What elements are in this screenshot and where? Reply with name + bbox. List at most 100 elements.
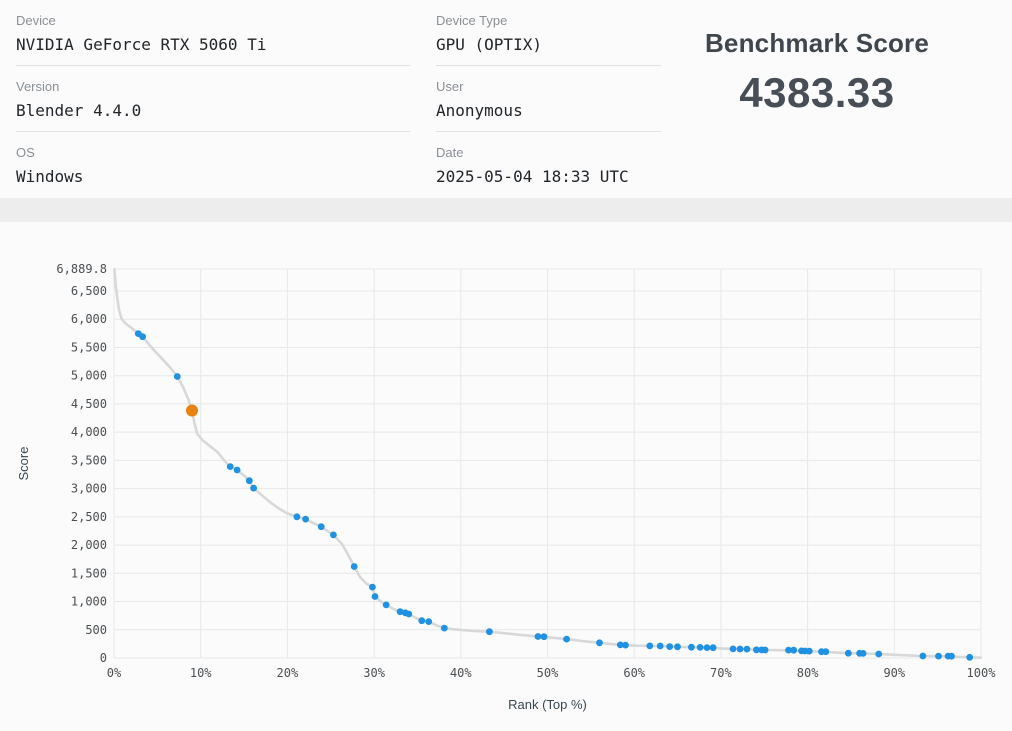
y-tick-label: 2,500 xyxy=(71,510,107,524)
field-os-label: OS xyxy=(16,145,410,160)
field-version: Version Blender 4.4.0 xyxy=(16,66,410,132)
field-user-label: User xyxy=(436,79,661,94)
data-point[interactable] xyxy=(418,617,425,624)
data-point[interactable] xyxy=(666,643,673,650)
field-date-label: Date xyxy=(436,145,661,160)
data-point[interactable] xyxy=(294,513,301,520)
y-tick-label: 2,000 xyxy=(71,538,107,552)
y-tick-label: 4,500 xyxy=(71,397,107,411)
data-point[interactable] xyxy=(622,642,629,649)
data-point[interactable] xyxy=(486,628,493,635)
data-point[interactable] xyxy=(369,584,376,591)
data-point[interactable] xyxy=(688,644,695,651)
y-tick-label: 1,000 xyxy=(71,595,107,609)
field-os-value: Windows xyxy=(16,167,410,186)
session-info-column: Device Type GPU (OPTIX) User Anonymous D… xyxy=(436,0,661,197)
data-point[interactable] xyxy=(737,646,744,653)
data-point[interactable] xyxy=(845,650,852,657)
x-tick-label: 90% xyxy=(883,666,905,680)
x-tick-label: 100% xyxy=(967,666,997,680)
field-user: User Anonymous xyxy=(436,66,661,132)
x-tick-label: 30% xyxy=(363,666,385,680)
y-axis-label: Score xyxy=(16,447,31,481)
data-point[interactable] xyxy=(657,643,664,650)
field-user-value: Anonymous xyxy=(436,101,661,120)
data-point[interactable] xyxy=(860,650,867,657)
x-tick-label: 70% xyxy=(710,666,732,680)
data-point[interactable] xyxy=(139,333,146,340)
data-point[interactable] xyxy=(697,644,704,651)
data-point[interactable] xyxy=(806,648,813,655)
x-tick-label: 80% xyxy=(797,666,819,680)
data-point[interactable] xyxy=(383,602,390,609)
x-tick-label: 20% xyxy=(277,666,299,680)
benchmark-score-title: Benchmark Score xyxy=(652,28,982,59)
data-point[interactable] xyxy=(425,618,432,625)
field-device-label: Device xyxy=(16,13,410,28)
data-point[interactable] xyxy=(302,516,309,523)
y-tick-label: 0 xyxy=(100,651,107,665)
data-point[interactable] xyxy=(920,653,927,660)
data-point[interactable] xyxy=(318,523,325,530)
field-version-label: Version xyxy=(16,79,410,94)
field-date-value: 2025-05-04 18:33 UTC xyxy=(436,167,661,186)
data-point[interactable] xyxy=(948,653,955,660)
y-tick-label: 6,000 xyxy=(71,312,107,326)
y-tick-label: 5,500 xyxy=(71,340,107,354)
data-point[interactable] xyxy=(227,463,234,470)
x-tick-label: 40% xyxy=(450,666,472,680)
data-point[interactable] xyxy=(875,651,882,658)
benchmark-chart[interactable]: 05001,0001,5002,0002,5003,0003,5004,0004… xyxy=(0,222,1012,726)
data-point[interactable] xyxy=(535,633,542,640)
data-point[interactable] xyxy=(744,646,751,653)
data-point[interactable] xyxy=(710,644,717,651)
field-device-value: NVIDIA GeForce RTX 5060 Ti xyxy=(16,35,410,54)
data-point[interactable] xyxy=(351,563,358,570)
field-device-type-value: GPU (OPTIX) xyxy=(436,35,661,54)
section-divider xyxy=(0,198,1012,222)
data-point[interactable] xyxy=(674,643,681,650)
result-header: Device NVIDIA GeForce RTX 5060 Ti Versio… xyxy=(0,0,1012,198)
data-point[interactable] xyxy=(246,477,253,484)
field-device-type: Device Type GPU (OPTIX) xyxy=(436,0,661,66)
data-point[interactable] xyxy=(935,653,942,660)
y-tick-label: 5,000 xyxy=(71,369,107,383)
field-version-value: Blender 4.4.0 xyxy=(16,101,410,120)
benchmark-score-block: Benchmark Score 4383.33 xyxy=(652,28,982,117)
y-tick-label: 500 xyxy=(85,623,107,637)
data-point[interactable] xyxy=(966,654,973,661)
y-tick-label: 3,000 xyxy=(71,482,107,496)
data-point[interactable] xyxy=(563,636,570,643)
data-point[interactable] xyxy=(541,633,548,640)
data-point[interactable] xyxy=(441,625,448,632)
y-tick-label: 6,500 xyxy=(71,284,107,298)
x-tick-label: 10% xyxy=(190,666,212,680)
data-point[interactable] xyxy=(372,593,379,600)
y-tick-label: 1,500 xyxy=(71,566,107,580)
y-tick-label: 6,889.8 xyxy=(56,262,107,276)
data-point[interactable] xyxy=(234,467,241,474)
data-point[interactable] xyxy=(250,485,257,492)
x-tick-label: 50% xyxy=(537,666,559,680)
data-point[interactable] xyxy=(730,646,737,653)
x-tick-label: 60% xyxy=(623,666,645,680)
data-point[interactable] xyxy=(790,647,797,654)
field-device-type-label: Device Type xyxy=(436,13,661,28)
x-axis-label: Rank (Top %) xyxy=(508,697,587,712)
data-point[interactable] xyxy=(596,639,603,646)
data-point[interactable] xyxy=(822,648,829,655)
data-point[interactable] xyxy=(646,643,653,650)
y-tick-label: 3,500 xyxy=(71,453,107,467)
field-os: OS Windows xyxy=(16,132,410,197)
chart-section: 05001,0001,5002,0002,5003,0003,5004,0004… xyxy=(0,222,1012,726)
field-device: Device NVIDIA GeForce RTX 5060 Ti xyxy=(16,0,410,66)
data-point[interactable] xyxy=(174,373,181,380)
field-date: Date 2025-05-04 18:33 UTC xyxy=(436,132,661,197)
data-point[interactable] xyxy=(704,644,711,651)
highlighted-benchmark-point[interactable] xyxy=(186,405,198,417)
x-tick-label: 0% xyxy=(107,666,122,680)
device-info-column: Device NVIDIA GeForce RTX 5060 Ti Versio… xyxy=(16,0,410,197)
data-point[interactable] xyxy=(330,532,337,539)
data-point[interactable] xyxy=(762,647,769,654)
data-point[interactable] xyxy=(405,611,412,618)
